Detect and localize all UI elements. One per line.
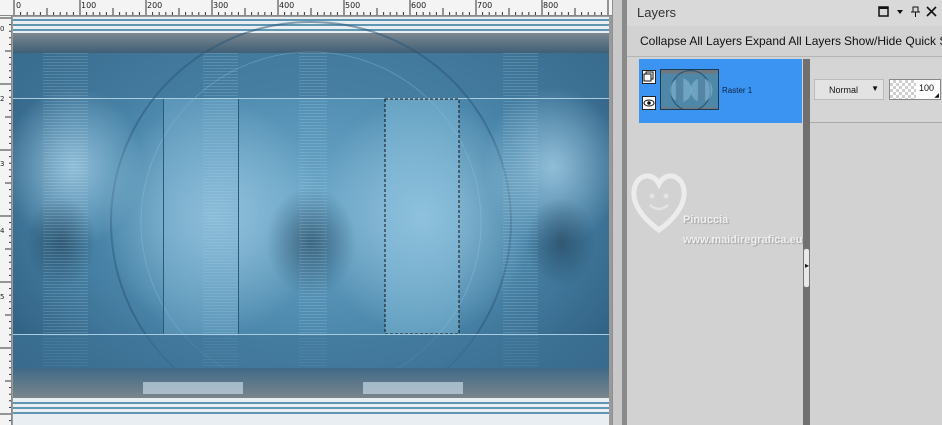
- close-icon[interactable]: [925, 6, 937, 18]
- dropdown-arrow-icon: ▼: [871, 84, 879, 93]
- layer-type-icon[interactable]: [642, 70, 656, 84]
- ruler-label: 300: [213, 1, 229, 10]
- horizontal-ruler: 0 100 200 300 400 500 600 700 800: [0, 0, 622, 16]
- app-window: 0 100 200 300 400 500 600 700 800 0 2 3 …: [0, 0, 942, 425]
- ruler-label: 0: [16, 1, 22, 10]
- ruler-label: 5: [0, 293, 5, 301]
- ruler-label: 400: [279, 1, 295, 10]
- layers-toolbar: Collapse All Layers Expand All Layers Sh…: [627, 30, 942, 54]
- layer-thumbnail: [660, 69, 719, 110]
- resize-corner-icon: ◢: [934, 93, 939, 99]
- transparency-swatch: [890, 80, 916, 99]
- ruler-label: 0: [0, 25, 5, 33]
- ruler-label: 500: [345, 1, 361, 10]
- layers-palette: Layers Collapse All Layers Expand All La…: [627, 0, 942, 425]
- layer-item-raster-1[interactable]: Raster 1: [639, 59, 802, 123]
- collapse-all-layers-button[interactable]: Collapse All Layers: [640, 34, 742, 48]
- blend-mode-select[interactable]: Normal ▼: [814, 79, 884, 100]
- watermark: Pinuccia www.maidiregrafica.eu: [627, 160, 877, 250]
- watermark-name: Pinuccia: [683, 214, 729, 226]
- ruler-label: 800: [543, 1, 559, 10]
- layer-properties: Normal ▼ 100 ◢: [810, 59, 942, 123]
- blend-mode-value: Normal: [829, 85, 859, 95]
- dropdown-icon[interactable]: [894, 6, 906, 18]
- visibility-eye-icon[interactable]: [642, 96, 656, 110]
- restore-icon[interactable]: [877, 6, 889, 18]
- ruler-label: 3: [0, 160, 5, 168]
- palette-title: Layers: [637, 5, 677, 20]
- splitter-handle[interactable]: ▸: [803, 248, 810, 288]
- image-canvas[interactable]: [13, 17, 609, 425]
- ruler-ticks: [0, 17, 11, 422]
- ruler-label: 100: [81, 1, 97, 10]
- ruler-label: 4: [0, 227, 5, 235]
- watermark-url: www.maidiregrafica.eu: [683, 234, 803, 246]
- ruler-label: 2: [0, 95, 5, 103]
- toolbar-divider: [627, 56, 942, 57]
- vertical-ruler: 0 2 3 4 5: [0, 16, 12, 425]
- expand-all-layers-button[interactable]: Expand All Layers: [745, 34, 841, 48]
- ruler-label: 700: [477, 1, 493, 10]
- image-workspace: 0 100 200 300 400 500 600 700 800 0 2 3 …: [0, 0, 622, 425]
- palette-header: Layers: [627, 0, 942, 26]
- show-hide-quick-button[interactable]: Show/Hide Quick S: [844, 34, 942, 48]
- layer-name: Raster 1: [722, 86, 753, 95]
- vertical-scrollbar[interactable]: [612, 0, 622, 425]
- expand-arrow-icon: ▸: [805, 261, 810, 270]
- ruler-label: 200: [147, 1, 163, 10]
- opacity-field[interactable]: 100 ◢: [889, 79, 941, 100]
- canvas-artwork: [13, 17, 609, 425]
- opacity-value: 100: [918, 83, 934, 93]
- pin-icon[interactable]: [909, 6, 921, 18]
- ruler-label: 600: [411, 1, 427, 10]
- heart-logo-icon: [631, 173, 687, 234]
